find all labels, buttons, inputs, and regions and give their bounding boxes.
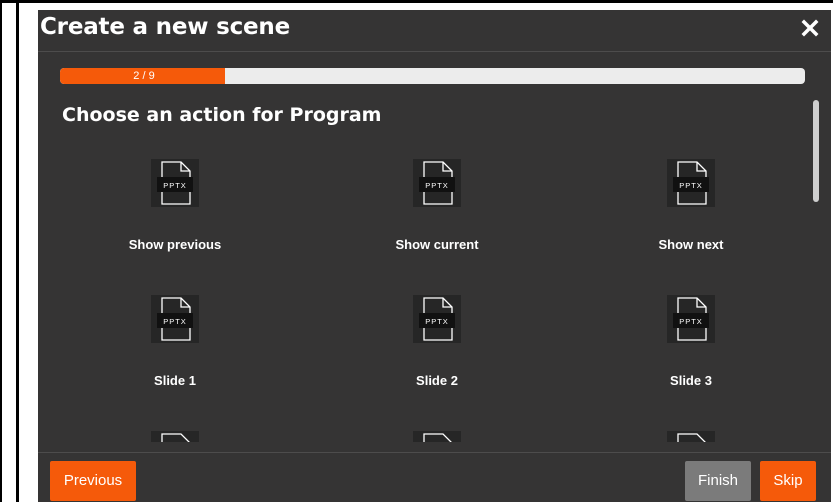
pptx-icon-text: PPTX <box>425 317 449 326</box>
progress-label: 2 / 9 <box>133 70 155 82</box>
dialog-footer: Previous Finish Skip <box>38 452 831 502</box>
dialog-title: Create a new scene <box>40 14 290 40</box>
pptx-icon-text: PPTX <box>163 317 187 326</box>
action-label: Slide 1 <box>154 373 196 388</box>
scrollbar-thumb[interactable] <box>813 100 819 202</box>
pptx-file-icon: PPTX <box>667 295 715 343</box>
pptx-file-icon <box>667 431 715 442</box>
action-grid: PPTX Show previous PPTX Show current PPT… <box>38 150 808 450</box>
pptx-file-icon: PPTX <box>151 295 199 343</box>
progress-bar: 2 / 9 <box>60 68 805 84</box>
pptx-file-icon: PPTX <box>413 295 461 343</box>
close-button[interactable] <box>801 19 819 37</box>
action-label: Show next <box>658 237 724 252</box>
skip-button[interactable]: Skip <box>760 461 816 501</box>
action-show-current[interactable]: PPTX Show current <box>347 150 527 260</box>
pptx-icon-text: PPTX <box>425 181 449 190</box>
create-scene-dialog: Create a new scene 2 / 9 Choose an actio… <box>38 10 831 502</box>
pptx-file-icon: PPTX <box>667 159 715 207</box>
action-label: Slide 3 <box>670 373 712 388</box>
pptx-file-icon <box>151 431 199 442</box>
action-slide-2[interactable]: PPTX Slide 2 <box>347 286 527 396</box>
action-partial-row-item[interactable] <box>601 422 781 442</box>
screen-left-edge <box>0 0 2 502</box>
pptx-icon-text: PPTX <box>679 317 703 326</box>
finish-button[interactable]: Finish <box>685 461 751 501</box>
close-icon <box>801 19 819 37</box>
action-slide-3[interactable]: PPTX Slide 3 <box>601 286 781 396</box>
pptx-icon-text: PPTX <box>163 181 187 190</box>
action-partial-row-item[interactable] <box>85 422 265 442</box>
pptx-file-icon: PPTX <box>151 159 199 207</box>
pptx-file-icon <box>413 431 461 442</box>
action-label: Show previous <box>128 237 222 252</box>
screen-left-divider <box>16 0 19 502</box>
action-label: Show current <box>395 237 479 252</box>
action-show-next[interactable]: PPTX Show next <box>601 150 781 260</box>
action-label: Slide 2 <box>416 373 458 388</box>
action-show-previous[interactable]: PPTX Show previous <box>85 150 265 260</box>
action-partial-row-item[interactable] <box>347 422 527 442</box>
section-heading: Choose an action for Program <box>62 104 382 126</box>
previous-button[interactable]: Previous <box>50 461 136 501</box>
pptx-file-icon: PPTX <box>413 159 461 207</box>
dialog-header: Create a new scene <box>38 10 831 52</box>
pptx-icon-text: PPTX <box>679 181 703 190</box>
screen-top-edge <box>0 0 833 3</box>
action-slide-1[interactable]: PPTX Slide 1 <box>85 286 265 396</box>
